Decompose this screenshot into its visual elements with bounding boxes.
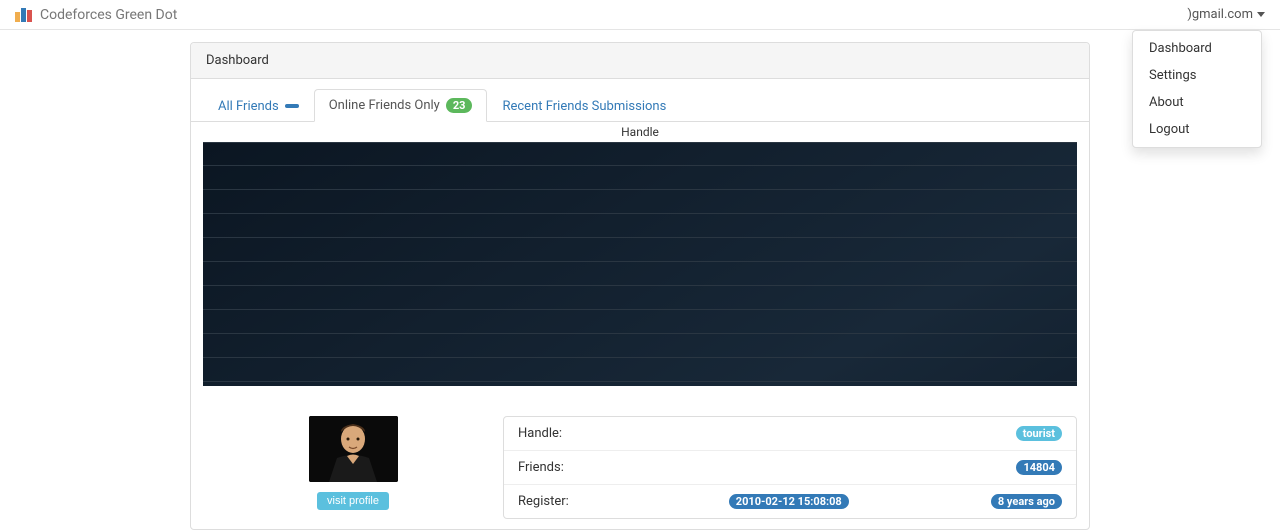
table-row[interactable]: [203, 166, 1077, 190]
dropdown-item-settings[interactable]: Settings: [1133, 62, 1261, 89]
table-row[interactable]: [203, 286, 1077, 310]
user-email: )gmail.com: [1187, 7, 1253, 22]
brand-title[interactable]: Codeforces Green Dot: [40, 7, 177, 23]
dropdown-item-about[interactable]: About: [1133, 89, 1261, 116]
register-date-badge: 2010-02-12 15:08:08: [729, 494, 849, 509]
table-row[interactable]: [203, 334, 1077, 358]
logo-icon: [15, 8, 32, 22]
table-row[interactable]: [203, 310, 1077, 334]
tab-label: Online Friends Only: [329, 98, 440, 113]
tab-all-friends[interactable]: All Friends: [203, 89, 314, 122]
friends-table: [203, 142, 1077, 386]
info-label: Register:: [518, 494, 569, 509]
badge-all-friends: [285, 104, 299, 108]
badge-online-friends: 23: [446, 98, 473, 113]
navbar: Codeforces Green Dot )gmail.com: [0, 0, 1280, 30]
info-row-handle: Handle: tourist: [504, 417, 1076, 451]
tab-online-friends[interactable]: Online Friends Only 23: [314, 89, 488, 122]
tab-recent-submissions[interactable]: Recent Friends Submissions: [487, 89, 681, 122]
tab-label: All Friends: [218, 99, 279, 114]
table-row[interactable]: [203, 358, 1077, 382]
table-row[interactable]: [203, 238, 1077, 262]
info-row-friends: Friends: 14804: [504, 451, 1076, 485]
register-ago-badge: 8 years ago: [991, 494, 1062, 509]
profile-section: visit profile Handle: tourist Friends: 1…: [191, 402, 1089, 529]
friends-table-scroll[interactable]: [203, 142, 1077, 386]
table-row[interactable]: [203, 214, 1077, 238]
table-row[interactable]: [203, 262, 1077, 286]
page-title: Dashboard: [191, 43, 1089, 79]
user-dropdown: Dashboard Settings About Logout: [1132, 30, 1262, 148]
table-row[interactable]: [203, 142, 1077, 166]
visit-profile-button[interactable]: visit profile: [317, 492, 389, 510]
table-row[interactable]: [203, 382, 1077, 386]
table-row[interactable]: [203, 190, 1077, 214]
friends-count-badge: 14804: [1016, 460, 1062, 475]
tab-label: Recent Friends Submissions: [502, 99, 666, 114]
info-row-register: Register: 2010-02-12 15:08:08 8 years ag…: [504, 485, 1076, 518]
nav-brand-area: Codeforces Green Dot: [15, 7, 177, 23]
info-label: Friends:: [518, 460, 564, 475]
dropdown-item-logout[interactable]: Logout: [1133, 116, 1261, 143]
dropdown-item-dashboard[interactable]: Dashboard: [1133, 35, 1261, 62]
info-label: Handle:: [518, 426, 562, 441]
main-panel: Dashboard All Friends Online Friends Onl…: [190, 42, 1090, 530]
avatar: [309, 416, 398, 482]
caret-down-icon: [1257, 12, 1265, 17]
tabs: All Friends Online Friends Only 23 Recen…: [191, 79, 1089, 122]
user-menu-toggle[interactable]: )gmail.com: [1187, 7, 1265, 22]
handle-badge: tourist: [1016, 426, 1062, 441]
profile-info-list: Handle: tourist Friends: 14804 Register:: [503, 416, 1077, 519]
table-header: Handle: [191, 122, 1089, 142]
